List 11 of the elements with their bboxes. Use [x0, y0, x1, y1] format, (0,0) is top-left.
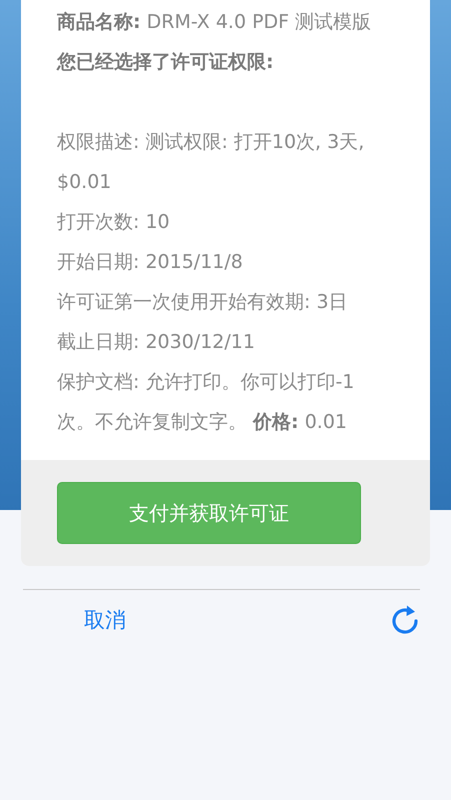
detail-text: 截止日期: 2030/12/11 — [57, 330, 256, 355]
product-name: 商品名称: DRM-X 4.0 PDF 测试模版 — [57, 10, 372, 35]
cancel-link[interactable]: 取消 — [84, 606, 126, 634]
detail-text: 保护文档: 允许打印。你可以打印-1次。不允许复制文字。 价格: 0.01 — [57, 370, 356, 435]
pay-button[interactable]: 支付并获取许可证 — [57, 482, 361, 544]
section-heading: 您已经选择了许可证权限: — [57, 50, 275, 75]
detail-text: 开始日期: 2015/11/8 — [57, 250, 244, 275]
detail-text: 权限描述: 测试权限: 打开10次, 3天, $0.01 — [57, 130, 366, 195]
detail-text: 许可证第一次使用开始有效期: 3日 — [57, 290, 349, 315]
refresh-icon[interactable] — [390, 604, 420, 636]
detail-text: 打开次数: 10 — [57, 210, 171, 235]
